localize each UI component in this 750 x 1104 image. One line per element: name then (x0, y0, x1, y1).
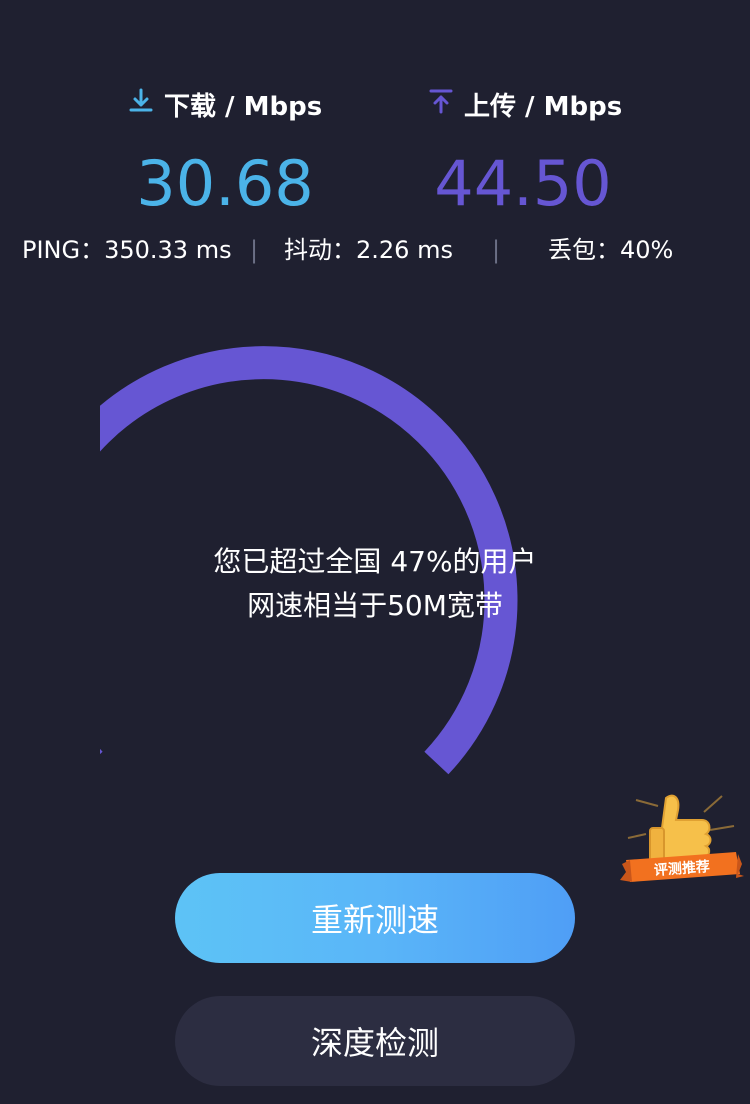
stats-row: PING：350.33 ms | 抖动：2.26 ms | 丢包：40% (0, 232, 750, 268)
stats-separator: | (250, 236, 259, 264)
retest-button[interactable]: 重新测速 (175, 873, 575, 963)
download-arrow-icon (126, 86, 156, 123)
gauge-summary-line-2: 网速相当于50M宽带 (247, 589, 503, 622)
upload-speed-value: 44.50 (434, 147, 612, 220)
thumbs-up-icon: 评测推荐 (620, 794, 744, 882)
jitter-stat: 抖动：2.26 ms (284, 236, 453, 264)
gauge-summary: 您已超过全国 47%的用户 网速相当于50M宽带 (0, 540, 750, 628)
speed-test-screen: 下载 / Mbps 上传 / Mbps 30.68 44.50 PING：350… (0, 0, 750, 1104)
upload-label-text: 上传 / Mbps (464, 91, 623, 122)
ping-stat: PING：350.33 ms (22, 236, 232, 264)
packet-loss-stat: 丢包：40% (548, 236, 674, 264)
gauge-summary-line-1: 您已超过全国 47%的用户 (213, 545, 537, 578)
recommend-badge: 评测推荐 (618, 790, 744, 890)
download-label: 下载 / Mbps (126, 84, 322, 124)
deep-check-button[interactable]: 深度检测 (175, 996, 575, 1086)
upload-label: 上传 / Mbps (426, 84, 622, 124)
download-label-text: 下载 / Mbps (164, 91, 323, 122)
stats-separator: | (492, 236, 501, 264)
download-speed-value: 30.68 (136, 147, 314, 220)
upload-arrow-icon (426, 86, 456, 123)
